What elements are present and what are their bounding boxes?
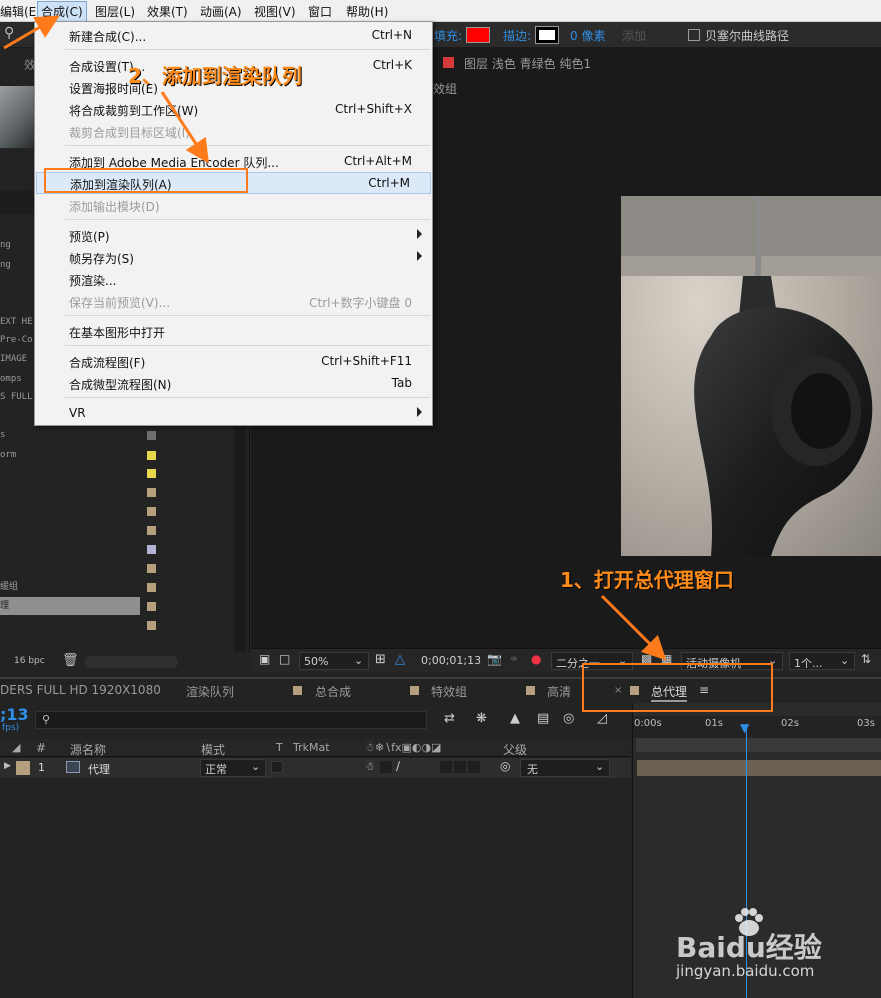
watermark-url: jingyan.baidu.com bbox=[676, 962, 815, 980]
watermark-brand: Baidu经验 bbox=[676, 931, 822, 964]
baidu-watermark: Baidu经验 jingyan.baidu.com bbox=[676, 906, 876, 988]
annotation-arrows bbox=[3, 15, 667, 661]
